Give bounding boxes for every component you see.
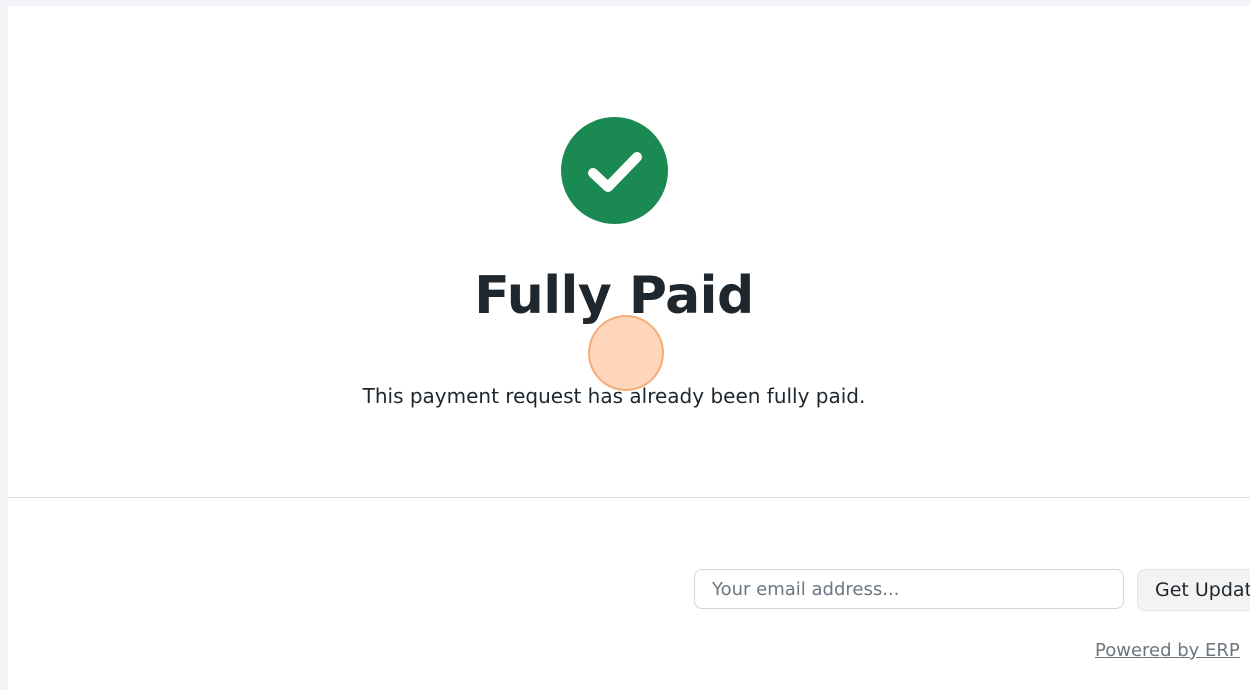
footer-divider [8,497,1250,498]
checkmark-icon [588,152,642,192]
get-updates-button[interactable]: Get Updates [1137,569,1250,611]
payment-status-page: Fully Paid This payment request has alre… [8,6,1250,690]
cursor-click-indicator [588,315,664,391]
powered-by-link[interactable]: Powered by ERP [1095,640,1240,661]
email-input[interactable] [694,569,1124,609]
check-circle-icon [561,117,668,224]
